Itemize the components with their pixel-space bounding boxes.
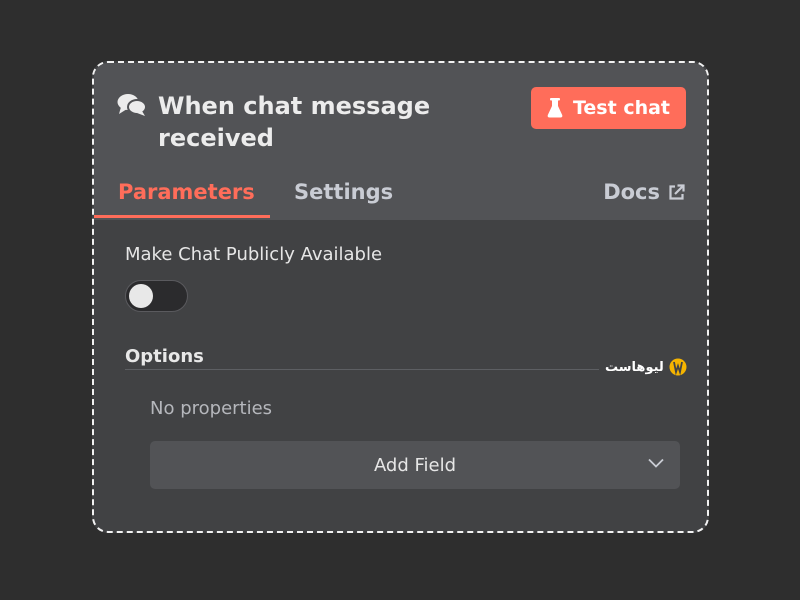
add-field-label: Add Field (373, 454, 457, 476)
chevron-down-icon (648, 458, 664, 468)
node-settings-panel: When chat message received Test chat Par… (92, 61, 709, 533)
node-title: When chat message received (158, 92, 431, 152)
no-properties-text: No properties (150, 398, 273, 419)
docs-label: Docs (603, 180, 660, 204)
test-chat-label: Test chat (572, 97, 671, 119)
watermark-logo-icon (669, 358, 687, 376)
active-tab-indicator (94, 215, 270, 218)
options-heading: Options (125, 346, 204, 367)
add-field-dropdown[interactable]: Add Field (150, 441, 680, 489)
panel-header: When chat message received Test chat Par… (94, 63, 707, 220)
flask-icon (547, 98, 563, 118)
watermark-text: لیوهاست (605, 359, 664, 375)
watermark: لیوهاست (599, 358, 693, 376)
options-divider (125, 369, 679, 370)
tab-parameters[interactable]: Parameters (118, 177, 255, 207)
docs-link[interactable]: Docs (603, 177, 685, 207)
public-chat-toggle[interactable] (125, 280, 188, 312)
toggle-knob (129, 284, 153, 308)
public-chat-label: Make Chat Publicly Available (125, 244, 383, 265)
tab-settings[interactable]: Settings (294, 177, 393, 207)
test-chat-button[interactable]: Test chat (531, 87, 686, 129)
external-link-icon (669, 183, 685, 200)
chat-bubbles-icon (117, 94, 147, 116)
